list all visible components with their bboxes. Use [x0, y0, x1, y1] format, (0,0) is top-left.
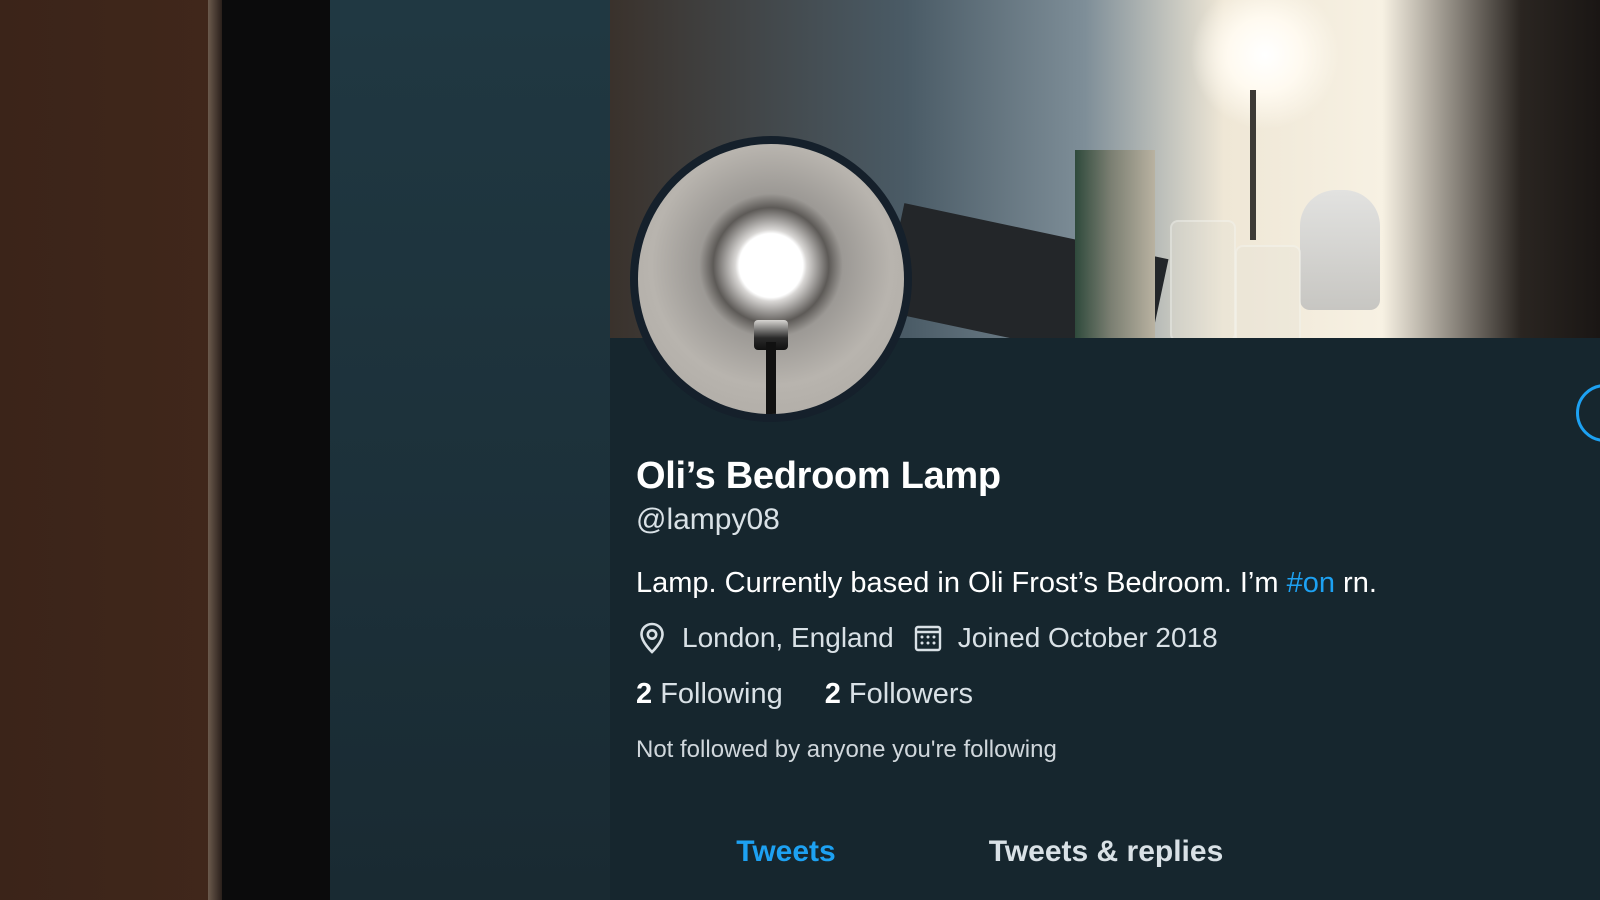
monitor-bezel: [222, 0, 330, 900]
followers-label: Followers: [848, 678, 973, 710]
photo-scene: Oli’s Bedroom Lamp @lampy08 Lamp. Curren…: [0, 0, 1600, 900]
profile-bio: Lamp. Currently based in Oli Frost’s Bed…: [636, 564, 1576, 602]
banner-smart-speaker: [1300, 190, 1380, 310]
tab-tweets-and-replies[interactable]: Tweets & replies: [936, 822, 1276, 874]
calendar-icon: [912, 622, 944, 654]
bio-text: Lamp. Currently based in Oli Frost’s Bed…: [636, 567, 1287, 599]
bio-hashtag-link[interactable]: #on: [1287, 567, 1335, 599]
profile-location: London, England: [636, 620, 894, 656]
followers-link[interactable]: 2 Followers: [825, 676, 973, 712]
banner-books: [1075, 150, 1155, 338]
profile-info: Oli’s Bedroom Lamp @lampy08 Lamp. Curren…: [636, 452, 1576, 766]
following-count: 2: [636, 678, 653, 710]
location-pin-icon: [636, 622, 668, 654]
left-navigation-area: [330, 0, 610, 900]
profile-meta: London, England Joined October 2018: [636, 620, 1576, 656]
follower-context: Not followed by anyone you're following: [636, 736, 1057, 763]
tab-tweets[interactable]: Tweets: [636, 822, 936, 874]
twitter-profile-screen: Oli’s Bedroom Lamp @lampy08 Lamp. Curren…: [330, 0, 1600, 900]
bio-text-end: rn.: [1334, 567, 1377, 599]
banner-lamp-stem: [1250, 90, 1256, 240]
followers-count: 2: [824, 678, 841, 710]
profile-page: Oli’s Bedroom Lamp @lampy08 Lamp. Curren…: [610, 0, 1600, 900]
banner-glass: [1170, 220, 1236, 338]
profile-avatar[interactable]: [630, 136, 912, 422]
following-link[interactable]: 2 Following: [636, 676, 783, 712]
joined-text: Joined October 2018: [957, 622, 1218, 653]
profile-handle: @lampy08: [636, 503, 780, 536]
banner-glass: [1235, 245, 1301, 338]
avatar-lamp-photo: [638, 144, 904, 414]
location-text: London, England: [682, 622, 894, 653]
profile-tabs: Tweets Tweets & replies: [636, 822, 1576, 900]
profile-display-name: Oli’s Bedroom Lamp: [636, 455, 1001, 497]
profile-action-button-edge[interactable]: [1576, 384, 1600, 442]
profile-stats: 2 Following 2 Followers: [636, 676, 1576, 712]
following-label: Following: [660, 678, 783, 710]
avatar-lamp-stem: [766, 342, 776, 414]
profile-joined-date: Joined October 2018: [912, 620, 1218, 656]
monitor-frame-edge: [208, 0, 222, 900]
banner-light-glow: [1190, 0, 1340, 130]
